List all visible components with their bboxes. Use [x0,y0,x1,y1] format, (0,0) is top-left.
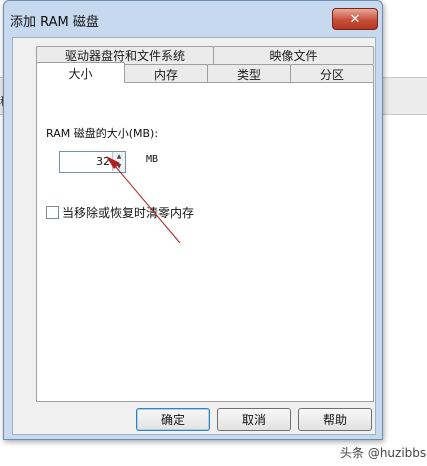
tab-size[interactable]: 大小 [36,62,125,83]
watermark: 头条 @huzibbs [340,446,427,460]
tab-label: 大小 [68,66,93,81]
annotation-arrow-head [106,156,120,169]
annotation-arrow-line [109,159,181,244]
